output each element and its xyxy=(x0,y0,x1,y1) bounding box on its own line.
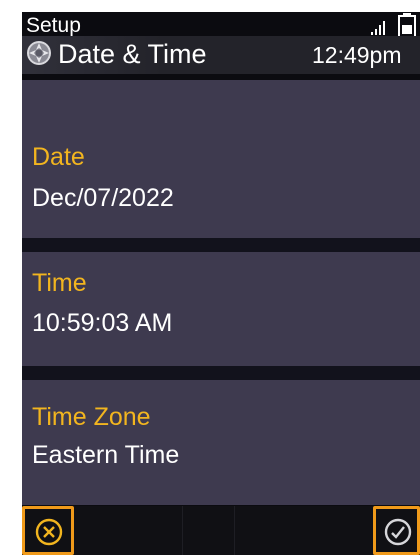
setting-row-time-zone[interactable]: Time Zone Eastern Time xyxy=(22,380,420,505)
softkey-divider xyxy=(182,506,183,555)
softkey-divider xyxy=(234,506,235,555)
battery-icon xyxy=(398,13,416,38)
confirm-check-icon xyxy=(384,518,412,546)
page-title: Date & Time xyxy=(58,39,207,69)
setting-value: 10:59:03 AM xyxy=(32,309,173,337)
settings-wheel-icon xyxy=(27,41,51,65)
setting-label: Date xyxy=(32,143,85,171)
softkey-bar xyxy=(22,506,420,555)
setting-value: Dec/07/2022 xyxy=(32,184,174,212)
cancel-button[interactable] xyxy=(22,506,74,555)
clock: 12:49pm xyxy=(312,42,402,68)
settings-list: Date Dec/07/2022 Time 10:59:03 AM Time Z… xyxy=(22,80,420,505)
setting-label: Time Zone xyxy=(32,403,151,431)
app-label: Setup xyxy=(26,14,81,37)
cancel-x-icon xyxy=(35,518,63,546)
signal-bars-icon xyxy=(371,21,385,35)
setting-label: Time xyxy=(32,269,87,297)
setting-row-time[interactable]: Time 10:59:03 AM xyxy=(22,252,420,366)
status-bar: Setup xyxy=(22,12,420,38)
setting-value: Eastern Time xyxy=(32,441,180,469)
confirm-button[interactable] xyxy=(373,506,420,555)
device-screen: Setup Date & Time 12:49pm Date Dec/07/20… xyxy=(22,12,420,555)
setting-row-date[interactable]: Date Dec/07/2022 xyxy=(22,80,420,238)
